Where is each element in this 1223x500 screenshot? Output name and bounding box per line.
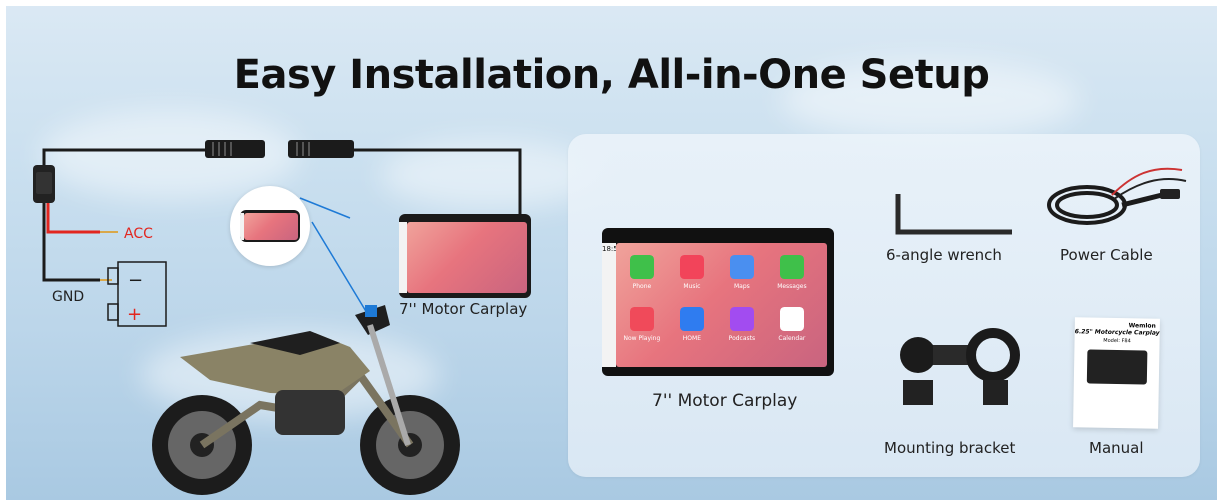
zoom-circle [230, 186, 310, 266]
app-label: Music [683, 282, 701, 290]
power-cable-icon [1047, 167, 1187, 225]
app-icon-calendar [779, 306, 804, 331]
manual-image: Wemlon 6.25" Motorcycle Carplay Model: F… [1073, 317, 1160, 429]
left-device-label: 7'' Motor Carplay [399, 300, 528, 318]
bracket-label: Mounting bracket [884, 439, 1016, 457]
app-icon-podcasts [729, 306, 754, 331]
manual-title: 6.25" Motorcycle Carplay [1074, 328, 1160, 337]
status-time: 18:50 [602, 244, 623, 253]
bracket-icon [900, 328, 1020, 405]
gnd-label: GND [52, 289, 85, 305]
main-carplay-screen: 18:50 Phone Music Maps Messages Now Playing H… [602, 228, 834, 376]
app-label: Maps [734, 282, 750, 290]
wrench-label: 6-angle wrench [886, 246, 1002, 264]
app-label: Podcasts [728, 334, 756, 342]
app-icon-maps [729, 254, 754, 279]
app-label: Calendar [778, 334, 806, 342]
app-label: Phone [632, 282, 652, 290]
app-label: Now Playing [623, 334, 661, 342]
app-icon-now-playing [629, 306, 654, 331]
acc-label: ACC [124, 226, 153, 242]
manual-model: Model: F84 [1103, 337, 1131, 345]
power-cable-label: Power Cable [1060, 246, 1153, 264]
app-label: HOME [682, 334, 701, 342]
app-icon-messages [779, 254, 804, 279]
app-icon-phone [629, 254, 654, 279]
app-label: Messages [777, 282, 807, 290]
manual-label: Manual [1089, 439, 1144, 457]
app-icon-music [679, 254, 704, 279]
wrench-icon [895, 194, 1012, 235]
left-carplay-device [399, 214, 531, 298]
app-icon-home [679, 306, 704, 331]
main-device-label: 7'' Motor Carplay [652, 391, 798, 411]
